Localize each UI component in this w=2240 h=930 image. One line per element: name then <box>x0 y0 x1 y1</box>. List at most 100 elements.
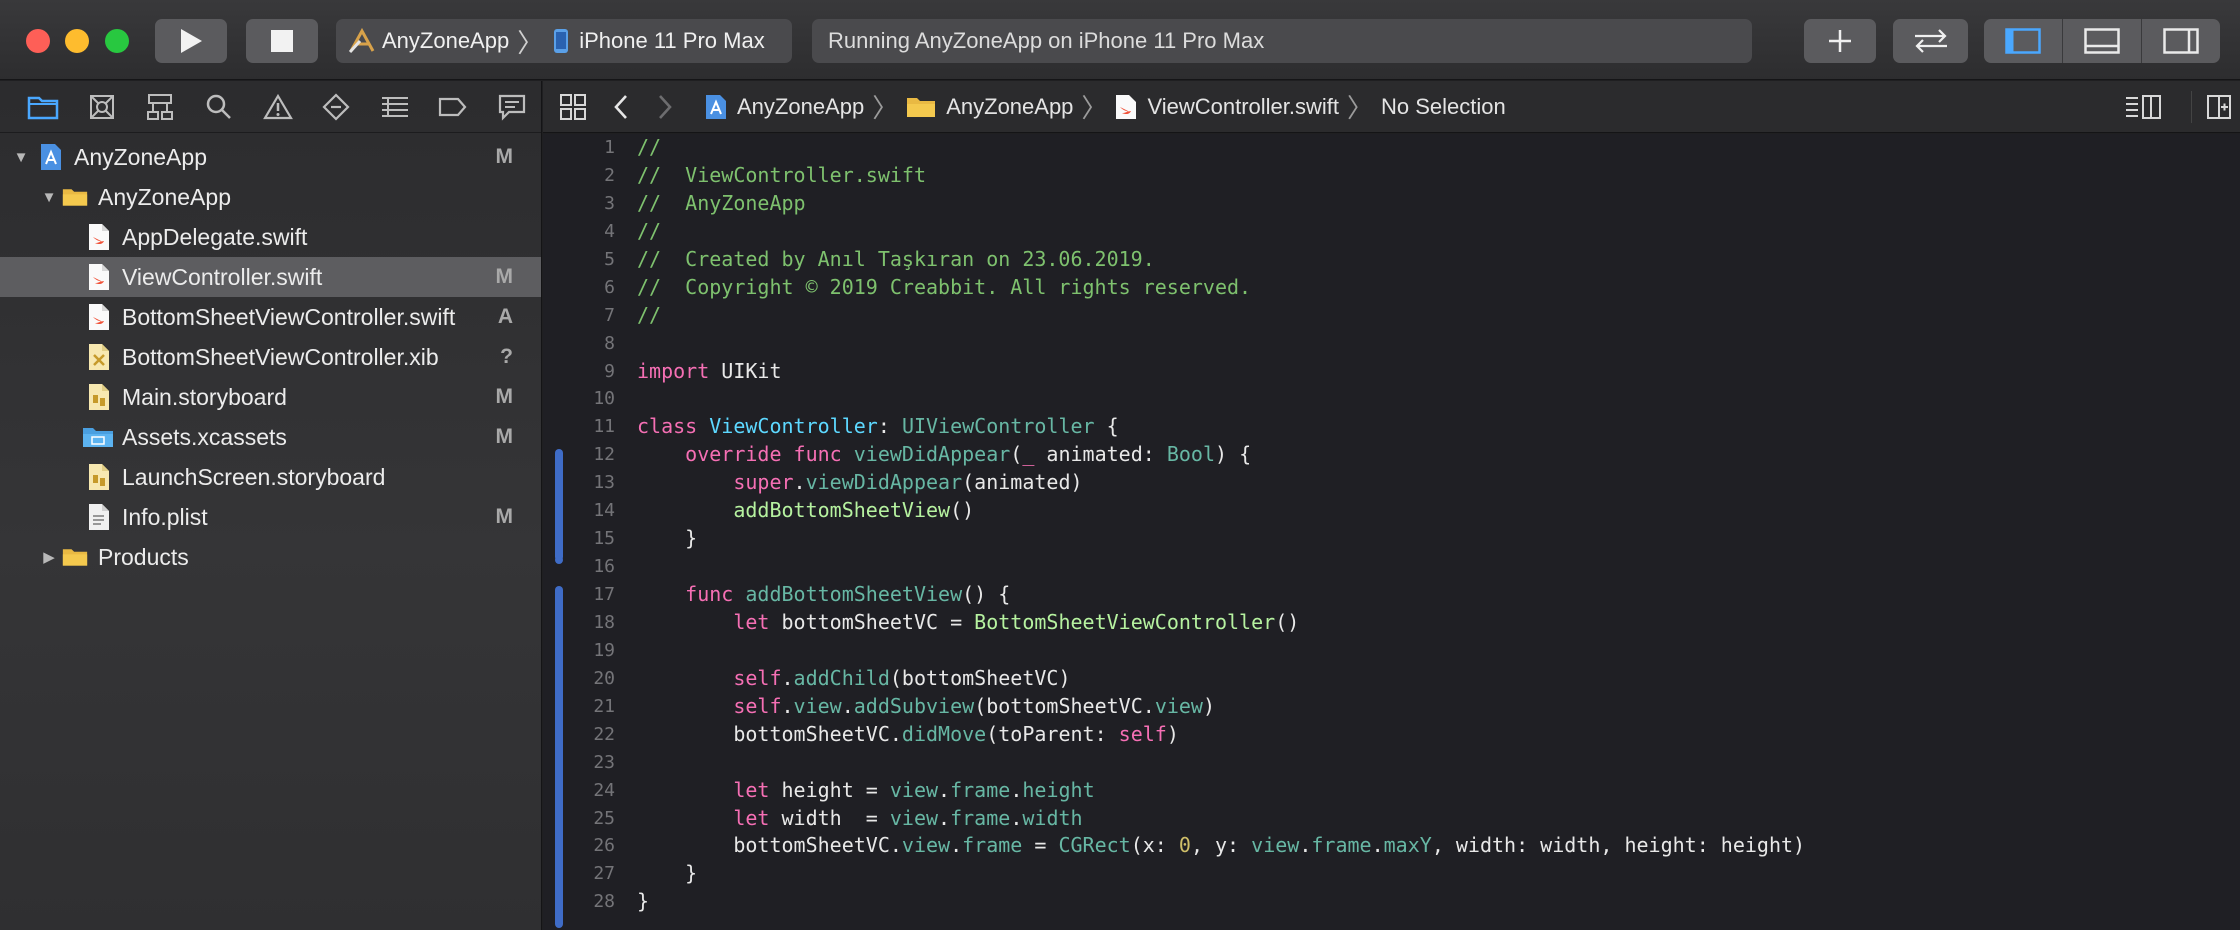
symbol-navigator-tab[interactable] <box>131 87 190 127</box>
code-line[interactable]: func addBottomSheetView() { <box>637 581 1805 609</box>
code-line[interactable]: import UIKit <box>637 358 1805 386</box>
code-line[interactable] <box>637 385 1805 413</box>
code-line[interactable]: // ViewController.swift <box>637 162 1805 190</box>
project-icon <box>38 143 64 171</box>
breadcrumb: AnyZoneApp 〉 AnyZoneApp 〉 ViewController… <box>705 88 1506 125</box>
code-line[interactable]: // AnyZoneApp <box>637 190 1805 218</box>
code-line[interactable]: bottomSheetVC.view.frame = CGRect(x: 0, … <box>637 832 1805 860</box>
zoom-window-button[interactable] <box>105 29 129 53</box>
line-number-text: 18 <box>593 611 615 633</box>
line-number: 8 <box>543 330 615 358</box>
close-window-button[interactable] <box>26 29 50 53</box>
change-indicator[interactable] <box>555 556 563 564</box>
disclosure-collapsed-icon[interactable]: ▶ <box>40 548 58 566</box>
code-line[interactable]: } <box>637 888 1805 916</box>
code-token: let <box>637 609 770 634</box>
code-line[interactable] <box>637 637 1805 665</box>
breadcrumb-project[interactable]: AnyZoneApp <box>737 94 864 120</box>
tree-row-group[interactable]: ▶ Products <box>0 537 541 577</box>
source-control-navigator-tab[interactable] <box>73 87 132 127</box>
tree-row-file[interactable]: Assets.xcassets M <box>0 417 541 457</box>
editor-options-button[interactable] <box>2117 81 2169 133</box>
code-token: // AnyZoneApp <box>637 190 806 215</box>
breadcrumb-group[interactable]: AnyZoneApp <box>946 94 1073 120</box>
issue-navigator-tab[interactable] <box>248 87 307 127</box>
code-line[interactable]: // <box>637 218 1805 246</box>
code-review-button[interactable] <box>1893 19 1968 63</box>
code-line[interactable]: super.viewDidAppear(animated) <box>637 469 1805 497</box>
code-line[interactable]: override func viewDidAppear(_ animated: … <box>637 441 1805 469</box>
source-editor[interactable]: 1 2 3 4 5 6 7 8 9 10 11 12 13 14 15 16 17 18 19 20 21 22 23 24 2… <box>543 134 2240 930</box>
line-number: 26 <box>543 832 615 860</box>
add-editor-button[interactable] <box>2197 81 2240 133</box>
line-number: 6 <box>543 274 615 302</box>
test-navigator-tab[interactable] <box>307 87 366 127</box>
code-line[interactable]: class ViewController: UIViewController { <box>637 413 1805 441</box>
assets-folder-icon <box>82 423 114 451</box>
code-token: . <box>1299 833 1312 858</box>
tree-row-project[interactable]: ▼ AnyZoneApp M <box>0 137 541 177</box>
code-line[interactable]: self.view.addSubview(bottomSheetVC.view) <box>637 693 1805 721</box>
tree-row-file[interactable]: BottomSheetViewController.xib ? <box>0 337 541 377</box>
line-number: 11 <box>543 413 615 441</box>
find-navigator-tab[interactable] <box>190 87 249 127</box>
disclosure-expanded-icon[interactable]: ▼ <box>12 149 30 166</box>
code-line[interactable]: // Created by Anıl Taşkıran on 23.06.201… <box>637 246 1805 274</box>
report-navigator-tab[interactable] <box>483 87 542 127</box>
toggle-debug-area-button[interactable] <box>2062 19 2141 63</box>
stop-button[interactable] <box>246 19 318 63</box>
library-button[interactable] <box>1804 19 1876 63</box>
change-indicator[interactable] <box>555 449 563 561</box>
code-token: UIKit <box>709 358 782 383</box>
code-token: // Created by Anıl Taşkıran on 23.06.201… <box>637 246 1155 271</box>
tree-row-file-selected[interactable]: ViewController.swift M <box>0 257 541 297</box>
chevron-right-icon: 〉 <box>1347 93 1374 123</box>
code-token: didMove <box>901 721 987 746</box>
minimize-window-button[interactable] <box>65 29 89 53</box>
breakpoint-navigator-tab[interactable] <box>424 87 483 127</box>
code-line[interactable] <box>637 749 1805 777</box>
tree-row-file[interactable]: Info.plist M <box>0 497 541 537</box>
toggle-navigator-button[interactable] <box>1984 19 2062 63</box>
line-number: 23 <box>543 749 615 777</box>
code-line[interactable]: self.addChild(bottomSheetVC) <box>637 665 1805 693</box>
code-line[interactable]: // <box>637 302 1805 330</box>
code-token: // <box>637 218 662 243</box>
forward-button[interactable] <box>643 94 687 120</box>
tree-row-file[interactable]: Main.storyboard M <box>0 377 541 417</box>
code-line[interactable]: } <box>637 860 1805 888</box>
code-line[interactable]: addBottomSheetView() <box>637 497 1805 525</box>
debug-navigator-tab[interactable] <box>365 87 424 127</box>
tree-row-file[interactable]: AppDelegate.swift <box>0 217 541 257</box>
code-line[interactable] <box>637 553 1805 581</box>
code-line[interactable] <box>637 330 1805 358</box>
line-number: 7 <box>543 302 615 330</box>
project-navigator-tab[interactable] <box>14 87 73 127</box>
code-line[interactable]: } <box>637 525 1805 553</box>
change-indicator[interactable] <box>555 586 563 928</box>
breadcrumb-symbol[interactable]: No Selection <box>1381 94 1506 120</box>
line-number-gutter[interactable]: 1 2 3 4 5 6 7 8 9 10 11 12 13 14 15 16 17 18 19 20 21 22 23 24 2… <box>543 134 615 930</box>
back-button[interactable] <box>599 94 643 120</box>
code-token: (x: <box>1130 833 1179 858</box>
breadcrumb-file[interactable]: ViewController.swift <box>1147 94 1339 120</box>
code-text[interactable]: // // ViewController.swift // AnyZoneApp //… <box>637 134 1805 916</box>
toggle-inspector-button[interactable] <box>2141 19 2220 63</box>
tree-row-group[interactable]: ▼ AnyZoneApp <box>0 177 541 217</box>
code-line[interactable]: let height = view.frame.height <box>637 777 1805 805</box>
run-button[interactable] <box>155 19 227 63</box>
scheme-selector[interactable]: AnyZoneApp 〉 iPhone 11 Pro Max <box>336 19 792 63</box>
tree-row-file[interactable]: BottomSheetViewController.swift A <box>0 297 541 337</box>
tree-row-file[interactable]: LaunchScreen.storyboard <box>0 457 541 497</box>
code-line[interactable]: let width = view.frame.width <box>637 805 1805 833</box>
code-line[interactable]: // Copyright © 2019 Creabbit. All rights… <box>637 274 1805 302</box>
line-number-text: 25 <box>593 807 615 829</box>
disclosure-expanded-icon[interactable]: ▼ <box>40 189 58 206</box>
code-token: . <box>1371 833 1384 858</box>
code-line[interactable]: // <box>637 134 1805 162</box>
related-items-button[interactable] <box>547 93 599 121</box>
code-line[interactable]: bottomSheetVC.didMove(toParent: self) <box>637 721 1805 749</box>
report-icon <box>498 94 525 121</box>
code-line[interactable]: let bottomSheetVC = BottomSheetViewContr… <box>637 609 1805 637</box>
